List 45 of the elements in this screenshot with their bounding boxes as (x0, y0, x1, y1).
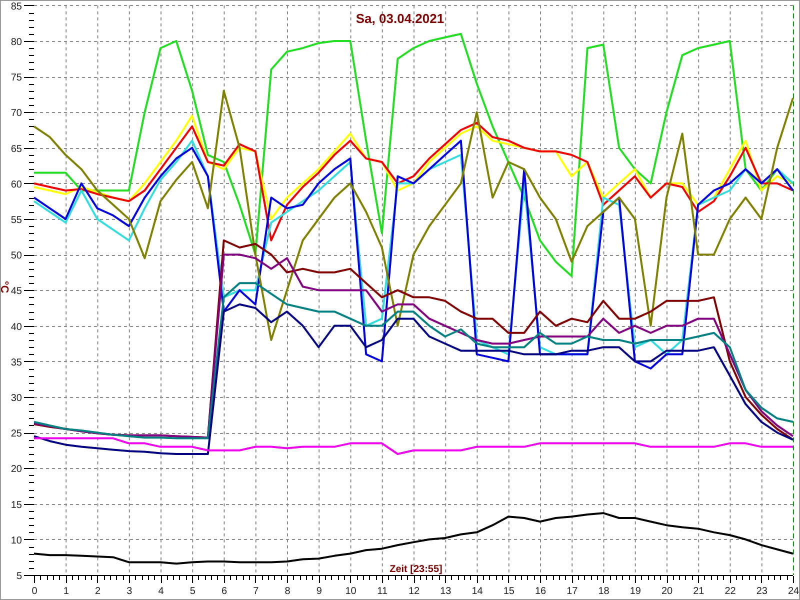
tick-label: 4 (158, 586, 164, 597)
tick-label: 15 (503, 586, 514, 597)
tick-label: 55 (10, 215, 22, 226)
tick-label: 5 (16, 571, 22, 582)
tick-label: 16 (534, 586, 546, 597)
tick-label: 11 (377, 586, 388, 597)
tick-label: 2 (94, 586, 101, 597)
tick-label: 12 (408, 586, 420, 597)
tick-label: 1 (63, 586, 69, 597)
tick-label: 20 (661, 586, 673, 597)
tick-label: 21 (693, 586, 704, 597)
tick-label: 65 (10, 144, 22, 155)
tick-label: 24 (788, 586, 799, 597)
tick-label: 75 (10, 72, 22, 84)
tick-label: 70 (10, 108, 22, 120)
tick-label: 22 (724, 586, 736, 597)
tick-label: 30 (10, 393, 22, 404)
tick-label: 60 (10, 179, 22, 190)
tick-label: 0 (32, 586, 38, 597)
chart-title: Sa, 03.04.2021 (356, 11, 444, 26)
tick-label: 40 (10, 322, 22, 333)
tick-label: 10 (10, 535, 22, 546)
tick-label: 14 (472, 586, 483, 597)
tick-label: 85 (10, 1, 22, 12)
tick-label: 80 (10, 37, 22, 48)
tick-label: 35 (10, 357, 22, 368)
tick-label: 25 (10, 428, 22, 440)
tick-label: 10 (345, 586, 356, 597)
tick-label: 17 (566, 586, 578, 597)
tick-label: 5 (190, 586, 196, 597)
tick-label: 3 (126, 586, 132, 597)
axis-title: °C (1, 280, 10, 294)
tick-label: 15 (10, 500, 22, 511)
tick-label: 23 (756, 586, 768, 597)
tick-label: 13 (440, 586, 452, 597)
tick-label: 20 (10, 464, 22, 476)
tick-label: 50 (10, 250, 22, 262)
tick-label: 19 (630, 586, 641, 597)
tick-label: 6 (221, 586, 228, 597)
tick-label: 45 (10, 286, 22, 298)
tick-label: 18 (598, 586, 610, 597)
tick-label: 8 (284, 586, 290, 597)
tick-label: 9 (316, 586, 322, 597)
axis-title: Zeit [23:55] (390, 564, 442, 575)
tick-label: 7 (253, 586, 259, 597)
